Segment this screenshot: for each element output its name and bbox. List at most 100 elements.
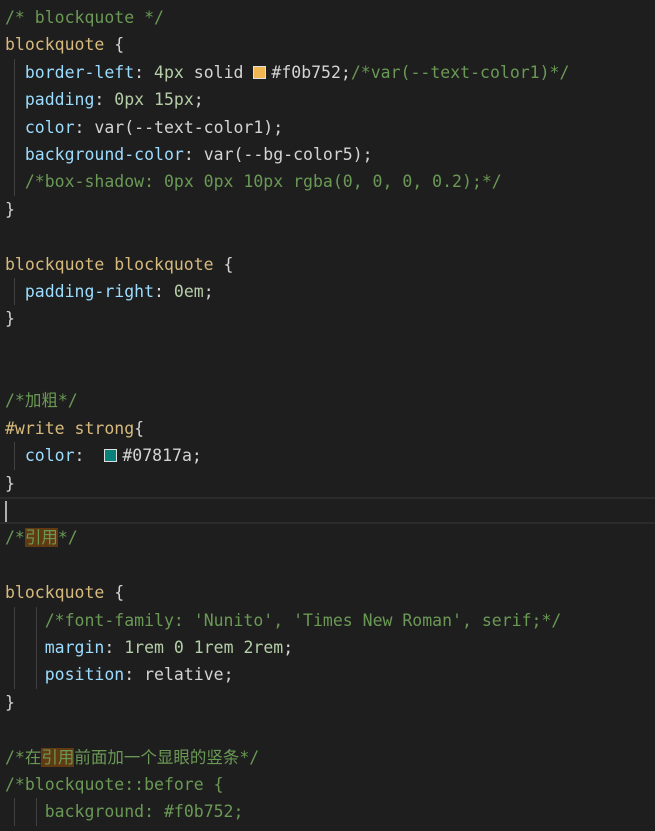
code-line[interactable]: /*在引用前面加一个显眼的竖条*/ xyxy=(0,744,655,771)
code-token: ; xyxy=(193,90,204,110)
indent-guide xyxy=(14,606,15,634)
code-line[interactable]: /*加粗*/ xyxy=(0,387,655,414)
code-line[interactable]: background: #f0b752; xyxy=(0,798,655,826)
indent-guide xyxy=(14,442,15,470)
code-token: ; xyxy=(283,637,294,657)
indent-guide xyxy=(14,168,15,196)
code-token: solid xyxy=(183,62,254,82)
code-token: /*blockquote::before { xyxy=(5,774,224,794)
indent-guide xyxy=(36,798,37,826)
indent-guide xyxy=(14,661,15,689)
code-line[interactable]: blockquote { xyxy=(0,579,655,606)
code-token: #f0b752; xyxy=(271,62,351,82)
code-token: /*加粗*/ xyxy=(5,391,78,411)
code-token: blockquote xyxy=(5,35,105,55)
code-token: #write strong xyxy=(5,418,135,438)
color-swatch-icon[interactable] xyxy=(104,449,118,463)
indent-guide xyxy=(14,633,15,662)
code-line[interactable]: color: var(--text-color1); xyxy=(0,113,655,141)
code-token: margin xyxy=(44,637,105,657)
code-token: /*font-family: 'Nunito', 'Times New Roma… xyxy=(44,610,562,630)
code-token: } xyxy=(5,473,15,493)
code-line[interactable] xyxy=(0,223,655,250)
code-token: : relative; xyxy=(124,665,234,685)
code-line[interactable]: /*blockquote::before { xyxy=(0,771,655,798)
code-line[interactable]: position: relative; xyxy=(0,661,655,689)
code-token: } xyxy=(5,309,15,329)
code-token: 0em xyxy=(173,281,204,301)
code-editor[interactable]: /* blockquote */ blockquote { border-left… xyxy=(0,4,655,826)
code-token: 15px xyxy=(154,90,194,110)
indent-guide xyxy=(36,633,37,662)
code-token: padding-right xyxy=(24,281,155,301)
code-token: : var(--bg-color5); xyxy=(183,144,373,164)
code-token: 0px xyxy=(114,90,145,110)
code-token: : var(--text-color1); xyxy=(74,117,284,137)
indent-guide xyxy=(36,606,37,634)
code-token: #07817a; xyxy=(122,446,202,466)
code-line[interactable]: blockquote { xyxy=(0,31,655,58)
code-token: { xyxy=(104,35,125,55)
code-line[interactable]: } xyxy=(0,689,655,716)
code-line[interactable]: /*引用*/ xyxy=(0,524,655,551)
code-token: 1rem xyxy=(124,637,164,657)
code-token: 0 xyxy=(173,637,184,657)
code-line[interactable]: #write strong{ xyxy=(0,415,655,442)
indent-guide xyxy=(36,661,37,689)
code-token: /* blockquote */ xyxy=(5,8,164,27)
code-token: blockquote blockquote xyxy=(5,254,214,274)
code-line[interactable]: margin: 1rem 0 1rem 2rem; xyxy=(0,633,655,662)
code-token: /*在 xyxy=(5,747,42,767)
code-line[interactable]: padding: 0px 15px; xyxy=(0,86,655,114)
indent-guide xyxy=(14,277,15,306)
code-line[interactable] xyxy=(0,497,655,525)
indent-guide xyxy=(14,798,15,826)
code-token: { xyxy=(134,418,145,438)
code-token: ; xyxy=(203,281,214,301)
code-token: /*var(--text-color1)*/ xyxy=(350,62,570,82)
search-match-highlight: 引用 xyxy=(24,528,58,548)
code-line[interactable] xyxy=(0,360,655,387)
code-token: : xyxy=(134,62,155,82)
code-line[interactable] xyxy=(0,552,655,579)
code-token: color xyxy=(24,446,75,466)
text-cursor xyxy=(5,501,7,523)
indent-guide xyxy=(14,58,15,87)
code-token: : xyxy=(74,446,105,466)
code-line[interactable]: /*font-family: 'Nunito', 'Times New Roma… xyxy=(0,606,655,634)
code-line[interactable]: background-color: var(--bg-color5); xyxy=(0,140,655,169)
code-line[interactable]: color: #07817a; xyxy=(0,442,655,470)
code-line[interactable]: } xyxy=(0,196,655,223)
code-line[interactable] xyxy=(0,716,655,743)
code-line[interactable]: blockquote blockquote { xyxy=(0,251,655,278)
code-token: 2rem xyxy=(243,637,284,657)
code-line[interactable]: /* blockquote */ xyxy=(0,4,655,31)
code-token: { xyxy=(213,254,234,274)
code-line[interactable]: border-left: 4px solid #f0b752;/*var(--t… xyxy=(0,58,655,87)
code-token: : xyxy=(104,637,125,657)
code-token: 4px xyxy=(154,62,184,82)
code-line[interactable]: /*box-shadow: 0px 0px 10px rgba(0, 0, 0,… xyxy=(0,168,655,196)
code-token: : xyxy=(154,281,174,301)
indent-guide xyxy=(14,113,15,141)
code-token: background: #f0b752; xyxy=(44,802,244,822)
color-swatch-icon[interactable] xyxy=(253,65,267,79)
code-token: } xyxy=(5,199,15,219)
code-token: 前面加一个显眼的竖条*/ xyxy=(74,747,260,767)
code-token: : xyxy=(94,90,115,110)
code-line[interactable]: padding-right: 0em; xyxy=(0,277,655,306)
code-line[interactable]: } xyxy=(0,305,655,332)
code-token: border-left xyxy=(24,62,135,82)
code-line[interactable]: } xyxy=(0,470,655,497)
search-match-highlight: 引用 xyxy=(41,747,75,767)
code-line[interactable] xyxy=(0,333,655,360)
indent-guide xyxy=(14,140,15,169)
